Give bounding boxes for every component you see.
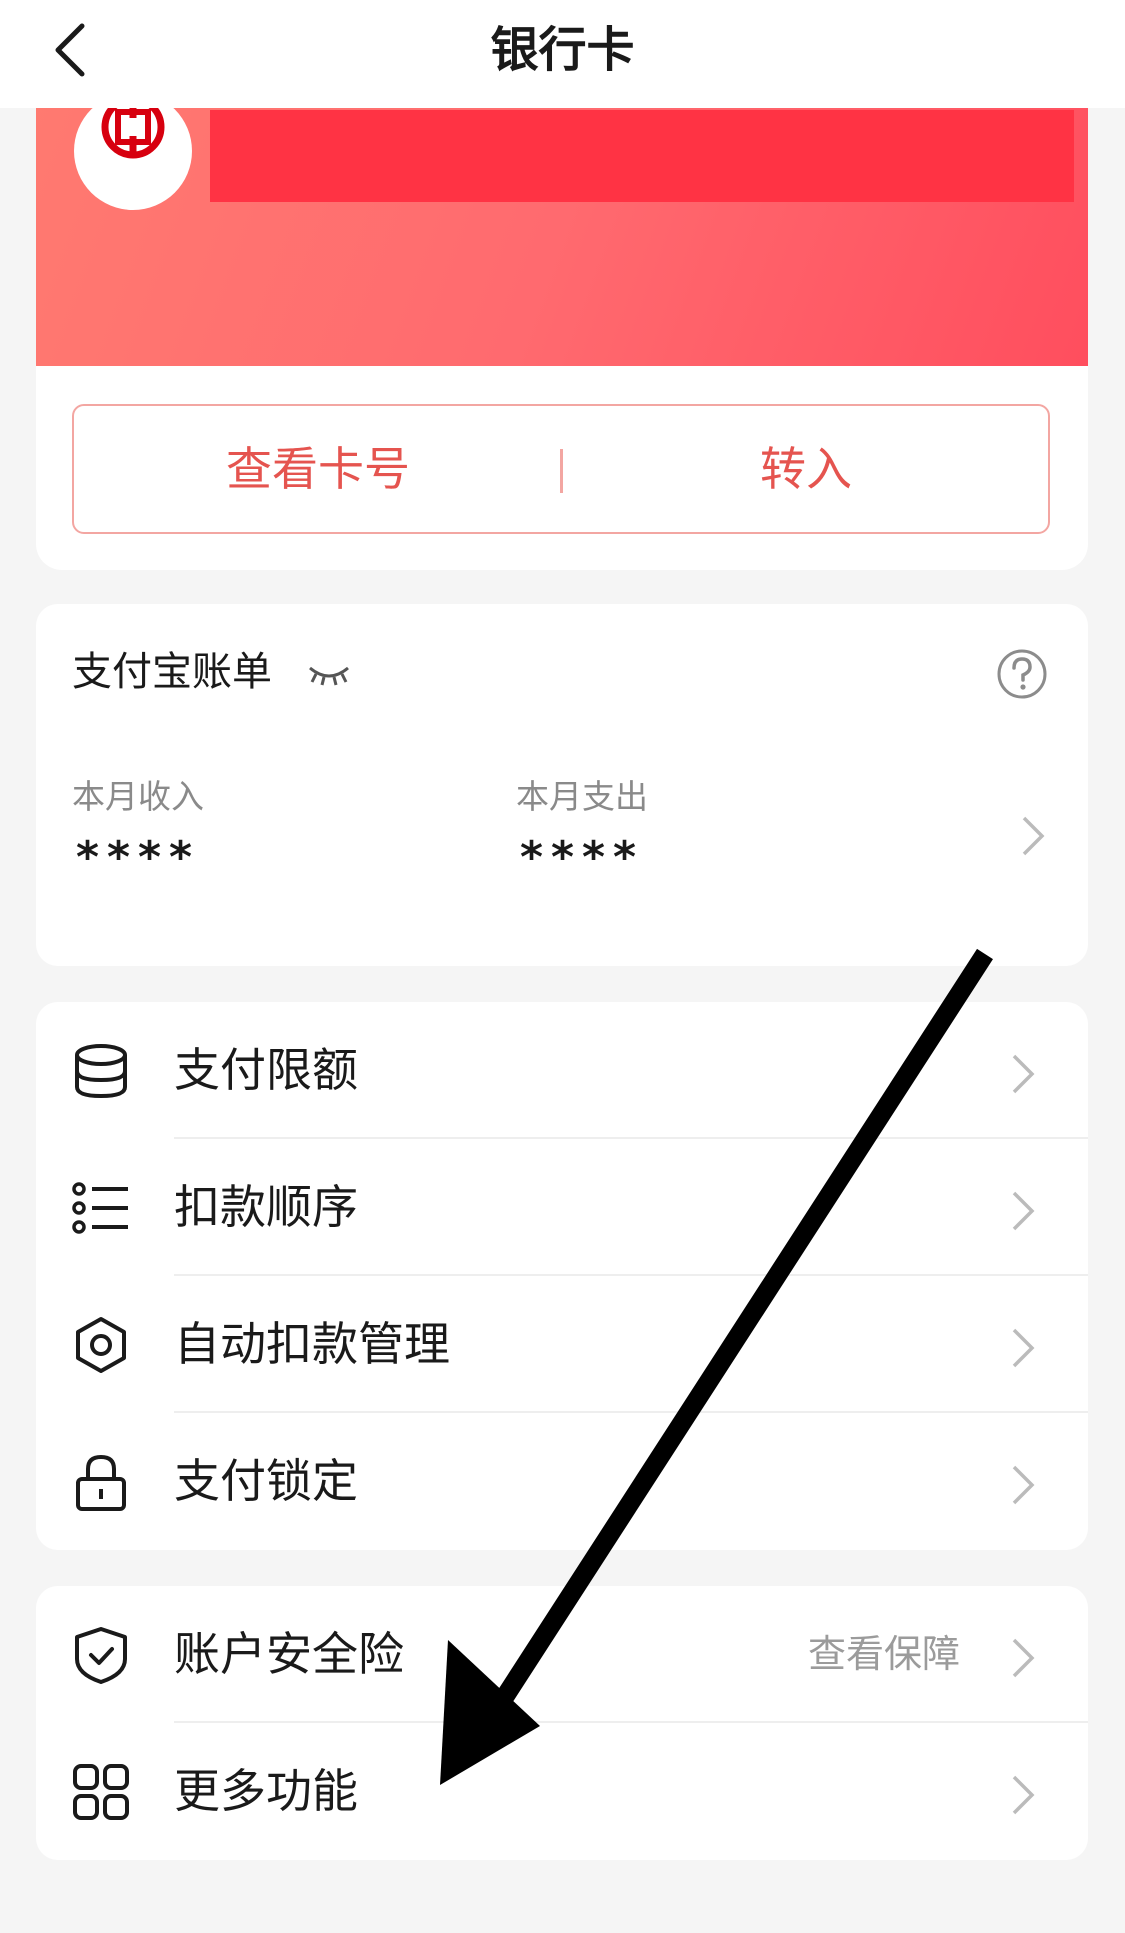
chevron-right-icon [1012,1465,1035,1505]
grid-icon [73,1764,129,1820]
menu-item-auto-deduction[interactable]: 自动扣款管理 [36,1276,1088,1413]
expense-value: **** [520,832,645,883]
database-icon [75,1044,127,1099]
menu-item-payment-limit[interactable]: 支付限额 [36,1002,1088,1139]
menu-item-deduction-order[interactable]: 扣款顺序 [36,1139,1088,1276]
settings-list: 支付限额 扣款顺序 自动扣款管理 支付锁定 [36,1002,1088,1550]
lock-icon [76,1454,126,1511]
chevron-right-icon [1012,1638,1035,1678]
menu-item-label: 支付锁定 [174,1454,358,1508]
chevron-right-icon [1012,1191,1035,1231]
bill-title: 支付宝账单 [72,649,272,695]
eye-closed-icon[interactable] [306,662,352,688]
menu-item-account-insurance[interactable]: 账户安全险 查看保障 [36,1586,1088,1723]
card-header[interactable] [36,70,1088,366]
menu-item-more-features[interactable]: 更多功能 [36,1723,1088,1860]
extra-list: 账户安全险 查看保障 更多功能 [36,1586,1088,1860]
chevron-right-icon [1012,1054,1035,1094]
card-actions: 查看卡号 转入 [72,404,1050,534]
expense-label: 本月支出 [516,777,648,816]
menu-item-label: 扣款顺序 [174,1180,358,1234]
redacted-card-name [210,110,1074,202]
chevron-right-icon [1012,1775,1035,1815]
transfer-in-button[interactable]: 转入 [562,406,1050,532]
bill-panel[interactable]: 支付宝账单 本月收入 **** 本月支出 **** [36,604,1088,966]
income-value: **** [76,832,201,883]
bank-logo [74,92,192,210]
nav-bar: 银行卡 [0,0,1125,108]
chevron-right-icon [1022,816,1045,856]
view-card-number-button[interactable]: 查看卡号 [74,406,562,532]
list-icon [72,1182,128,1234]
chevron-right-icon [1012,1328,1035,1368]
menu-item-label: 更多功能 [174,1764,358,1818]
menu-item-label: 自动扣款管理 [174,1317,450,1371]
shield-check-icon [75,1627,127,1684]
gear-icon [76,1317,126,1373]
page-title: 银行卡 [490,22,635,78]
help-icon[interactable] [996,648,1048,700]
menu-item-label: 账户安全险 [174,1627,404,1681]
bank-card: 查看卡号 转入 [36,70,1088,570]
menu-item-label: 支付限额 [174,1043,358,1097]
view-coverage-link[interactable]: 查看保障 [808,1586,960,1723]
menu-item-payment-lock[interactable]: 支付锁定 [36,1413,1088,1550]
income-label: 本月收入 [72,777,204,816]
